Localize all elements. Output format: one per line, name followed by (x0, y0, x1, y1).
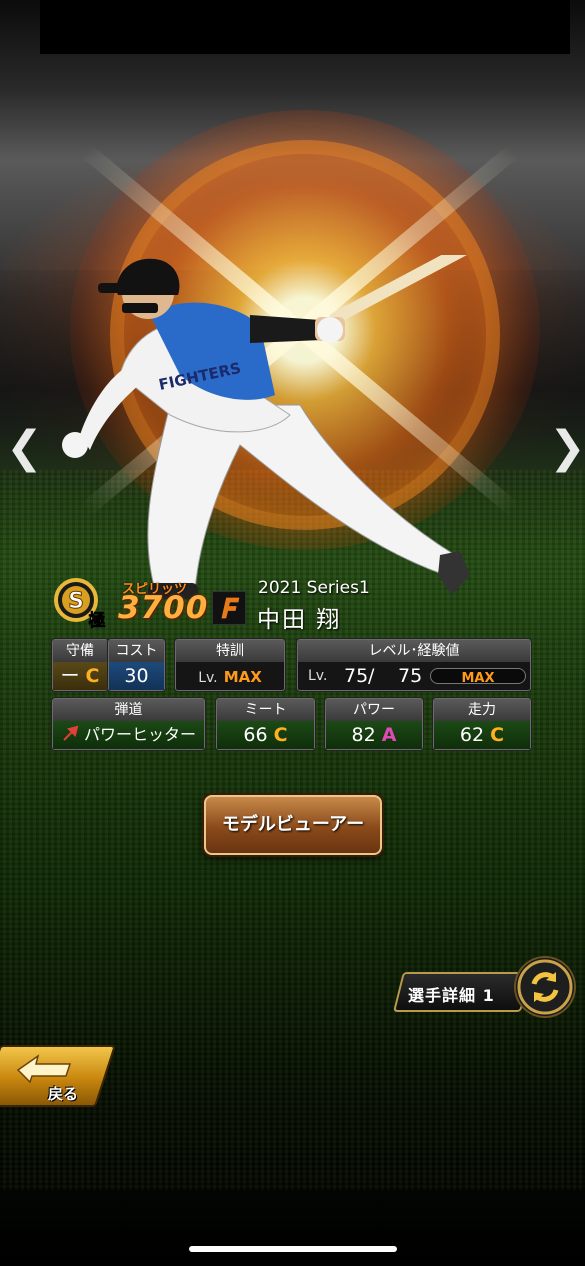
meet-label: ミート (217, 699, 314, 721)
power-value: 82 (351, 724, 376, 746)
level-box: レベル･経験値 Lv. 75 / 75 MAX (297, 639, 531, 691)
cost-label: コスト (109, 640, 164, 662)
level-label: レベル･経験値 (298, 640, 530, 662)
home-indicator[interactable] (189, 1246, 397, 1252)
training-max: MAX (223, 668, 262, 686)
next-player-arrow[interactable]: ❯ (549, 426, 585, 472)
defense-value-area: ー C (53, 662, 107, 690)
trajectory-label: 弾道 (53, 699, 204, 721)
player-card-screen: FIGHTERS ❮ ❯ S 極 スピリッツ 3700 2021 Series1… (0, 0, 585, 1266)
level-current: 75 (344, 665, 369, 687)
training-value-area: Lv. MAX (176, 662, 284, 690)
trajectory-value: パワーヒッター (84, 725, 197, 744)
speed-value-area: 62 C (434, 721, 530, 749)
player-detail-label[interactable]: 選手詳細 1 (408, 982, 495, 1006)
trajectory-arrow-icon (63, 725, 79, 741)
cycle-icon[interactable] (516, 958, 574, 1016)
trajectory-value-area: パワーヒッター (53, 721, 204, 749)
back-arrow-icon (16, 1054, 72, 1084)
power-grade: A (381, 724, 397, 746)
power-box: パワー 82 A (325, 698, 423, 750)
level-max: 75 (398, 665, 423, 687)
defense-label: 守備 (53, 640, 107, 662)
training-box: 特訓 Lv. MAX (175, 639, 285, 691)
spirits-value: 3700 (118, 590, 209, 626)
power-value-area: 82 A (326, 721, 422, 749)
back-label[interactable]: 戻る (48, 1083, 78, 1104)
level-value-area: Lv. 75 / 75 MAX (298, 662, 530, 690)
cost-box: コスト 30 (108, 639, 165, 691)
player-illustration: FIGHTERS (62, 255, 508, 599)
power-label: パワー (326, 699, 422, 721)
team-logo-icon (212, 591, 246, 625)
meet-value-area: 66 C (217, 721, 314, 749)
rank-badge-icon: S 極 (54, 578, 106, 631)
meet-grade: C (273, 724, 288, 746)
card-series: 2021 Series1 (258, 578, 370, 598)
meet-value: 66 (243, 724, 268, 746)
defense-box: 守備 ー C (52, 639, 108, 691)
defense-position: ー (60, 665, 80, 687)
rank-kanji: 極 (89, 610, 106, 631)
exp-bar-label: MAX (461, 671, 495, 686)
speed-label: 走力 (434, 699, 530, 721)
model-viewer-button[interactable]: モデルビューアー (204, 795, 382, 855)
rank-letter: S (68, 589, 84, 614)
exp-bar: MAX (430, 668, 526, 686)
trajectory-box: 弾道 パワーヒッター (52, 698, 205, 750)
speed-value: 62 (459, 724, 485, 746)
level-separator: / (368, 665, 375, 687)
level-lv-prefix: Lv. (308, 668, 328, 684)
speed-box: 走力 62 C (433, 698, 531, 750)
player-name: 中田 翔 (257, 607, 342, 633)
defense-grade: C (85, 665, 100, 687)
prev-player-arrow[interactable]: ❮ (6, 426, 43, 472)
training-label: 特訓 (176, 640, 284, 662)
meet-box: ミート 66 C (216, 698, 315, 750)
status-bar-area (40, 0, 570, 54)
training-lv-prefix: Lv. (198, 670, 218, 686)
speed-grade: C (490, 724, 505, 746)
cost-value: 30 (109, 662, 164, 690)
